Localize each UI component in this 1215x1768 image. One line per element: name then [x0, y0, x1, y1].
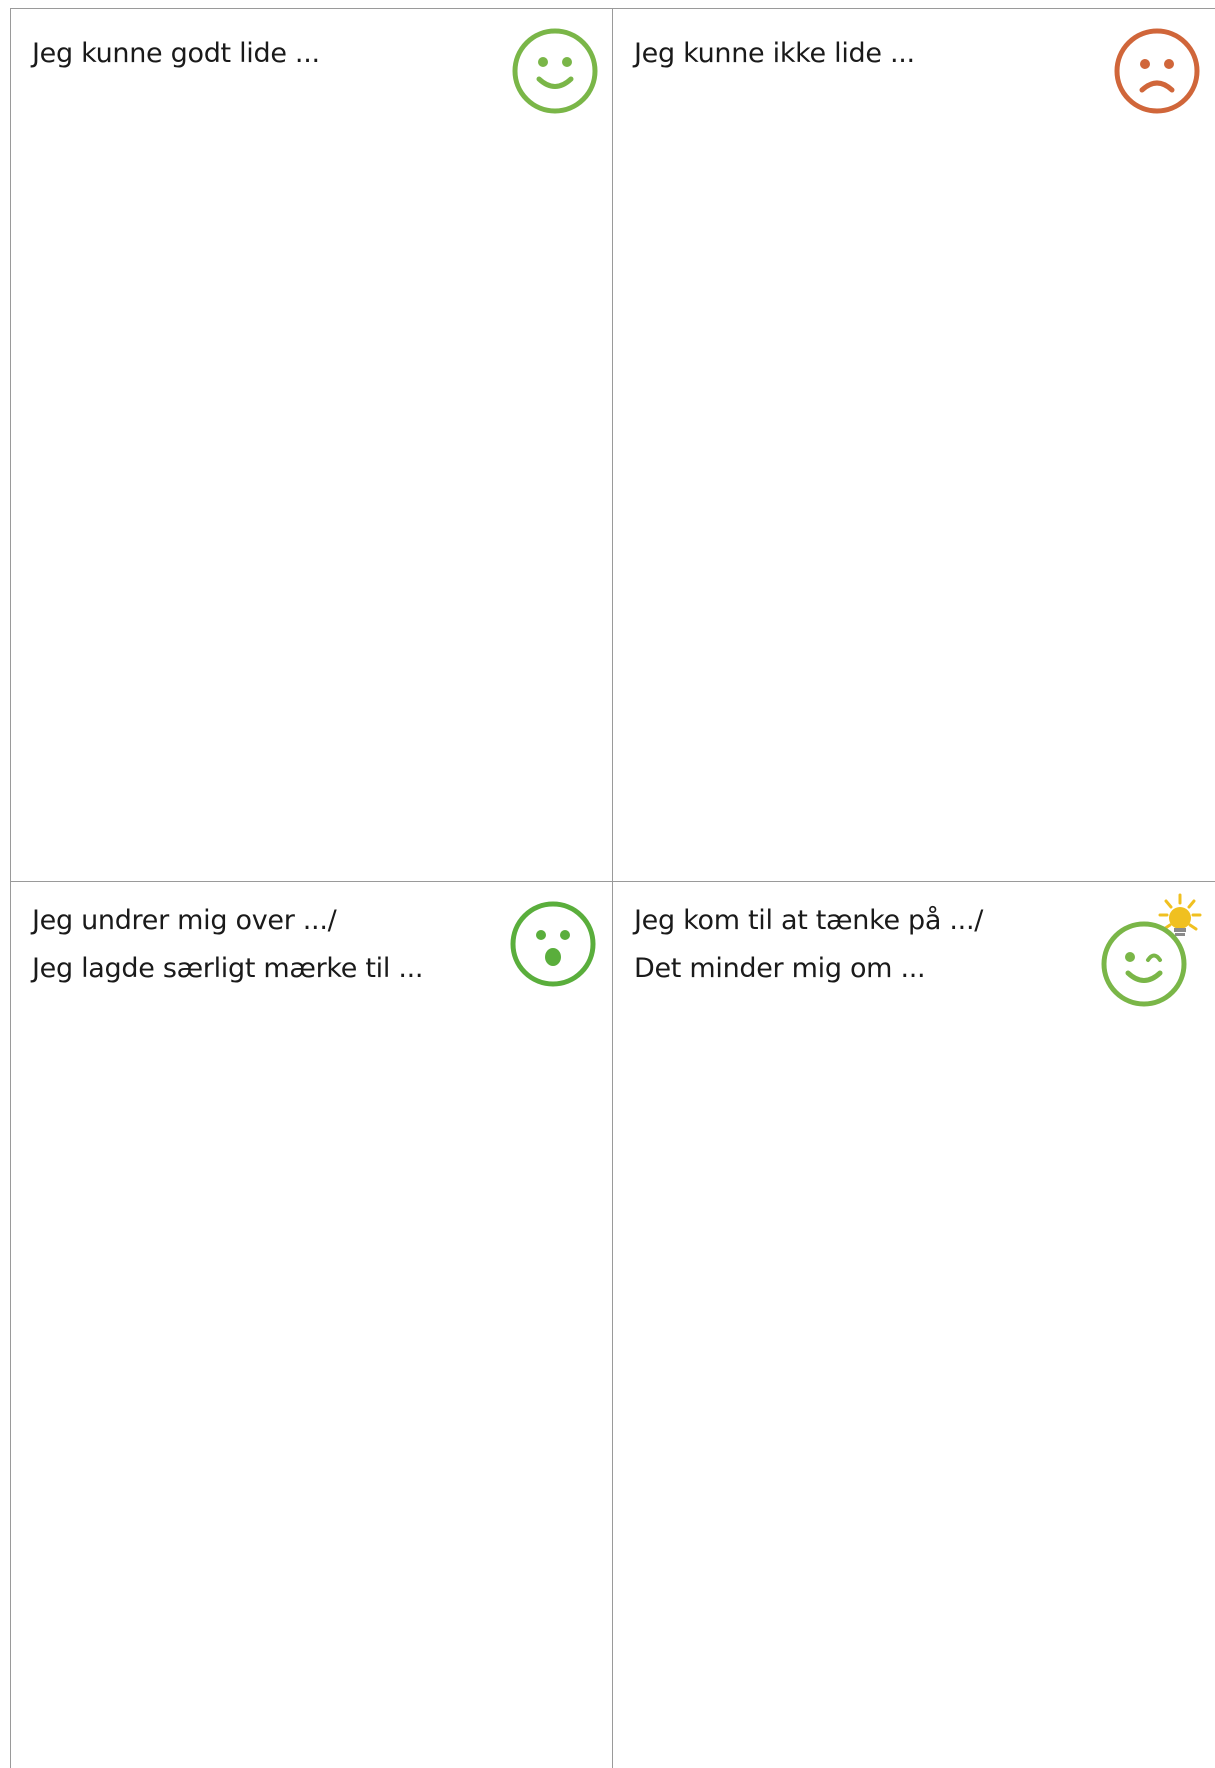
winking-face-icon: [1101, 893, 1202, 1007]
panel-wondered-prompt: Jeg undrer mig over .../ Jeg lagde særli…: [32, 897, 424, 993]
prompt-line: Jeg lagde særligt mærke til ...: [32, 953, 424, 984]
prompt-line: Jeg undrer mig over .../: [32, 905, 337, 936]
panel-liked-prompt: Jeg kunne godt lide ...: [32, 30, 320, 78]
sad-face-icon: [1114, 28, 1200, 114]
prompt-line: Jeg kom til at tænke på .../: [634, 905, 984, 936]
prompt-line: Det minder mig om ...: [634, 953, 926, 984]
happy-face-icon: [512, 28, 598, 114]
panel-liked[interactable]: Jeg kunne godt lide ...: [10, 8, 612, 881]
prompt-line: Jeg kunne ikke lide ...: [634, 38, 915, 69]
panel-wondered[interactable]: Jeg undrer mig over .../ Jeg lagde særli…: [10, 881, 612, 1745]
surprised-face-icon: [510, 901, 596, 987]
panel-disliked-prompt: Jeg kunne ikke lide ...: [634, 30, 915, 78]
panel-disliked[interactable]: Jeg kunne ikke lide ...: [612, 8, 1215, 881]
panel-reminded-prompt: Jeg kom til at tænke på .../ Det minder …: [634, 897, 983, 993]
prompt-line: Jeg kunne godt lide ...: [32, 38, 320, 69]
panel-reminded[interactable]: Jeg kom til at tænke på .../ Det minder …: [612, 881, 1215, 1745]
